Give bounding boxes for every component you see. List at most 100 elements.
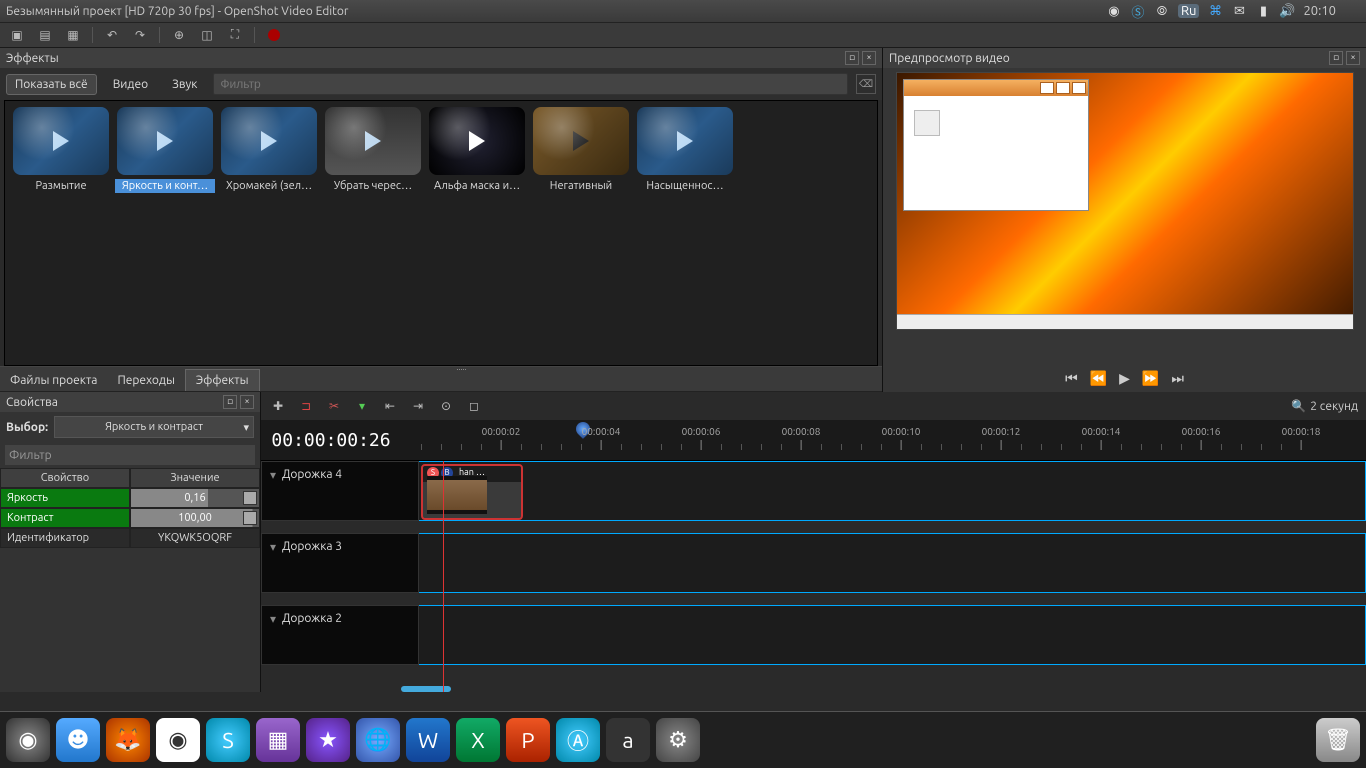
mail-icon[interactable]: ✉ [1231,3,1247,19]
rewind-icon[interactable]: ⏪ [1090,370,1107,387]
dock-firefox-icon[interactable]: 🦊 [106,718,150,762]
undock-icon[interactable]: ▫ [845,51,859,65]
playhead-line[interactable] [443,461,444,692]
ruler-tick: 00:00:12 [982,426,1021,437]
tab-project-files[interactable]: Файлы проекта [0,370,107,391]
dock-screenshot-icon[interactable]: ▦ [256,718,300,762]
properties-filter-input[interactable]: Фильтр [4,444,256,466]
chrome-icon[interactable]: ◉ [1106,3,1122,19]
prop-id: Идентификатор [0,528,130,548]
effect-chromakey[interactable]: Хромакей (зел… [219,107,319,359]
fullscreen-icon[interactable]: ⛶ [226,26,244,44]
prop-contrast-value[interactable]: 100,00 [130,508,260,528]
volume-icon[interactable]: 🔊 [1279,3,1295,19]
bluetooth-icon[interactable]: ⌘ [1207,3,1223,19]
drag-handle[interactable] [441,369,481,373]
folder-icon [914,110,940,136]
open-project-icon[interactable]: ▤ [36,26,54,44]
razor-icon[interactable]: ✂ [325,398,343,414]
close-panel-icon[interactable]: × [1346,51,1360,65]
tab-effects[interactable]: Эффекты [185,369,260,391]
battery-icon[interactable]: ▮ [1255,3,1271,19]
effect-saturation[interactable]: Насыщеннос… [635,107,735,359]
next-marker-icon[interactable]: ⇥ [409,398,427,414]
zoom-icon[interactable]: 🔍 [1291,399,1306,413]
skype-icon[interactable]: Ⓢ [1130,3,1146,19]
redo-icon[interactable]: ↷ [131,26,149,44]
prop-brightness-value[interactable]: 0,16 [130,488,260,508]
apple-icon[interactable] [1344,3,1360,19]
save-project-icon[interactable]: ▦ [64,26,82,44]
undo-icon[interactable]: ↶ [103,26,121,44]
profiles-icon[interactable]: ◫ [198,26,216,44]
separator [254,27,255,43]
effect-blur[interactable]: Размытие [11,107,111,359]
track-body-3[interactable] [419,533,1366,593]
panel-title: Эффекты [6,52,59,65]
ruler-tick: 00:00:02 [482,426,521,437]
center-playhead-icon[interactable]: ⊙ [437,398,455,414]
effects-filter-input[interactable] [213,73,848,95]
preview-panel: Предпросмотр видео ▫ × ⏮ ⏪ ▶ ⏩ ⏭ [883,48,1366,392]
track-header-2[interactable]: ▾Дорожка 2 [261,605,419,665]
fast-forward-icon[interactable]: ⏩ [1142,370,1159,387]
preview-content-window [903,79,1089,211]
property-target-select[interactable]: Яркость и контраст [54,416,254,438]
dock-trash-icon[interactable]: 🗑 [1316,718,1360,762]
dock-word-icon[interactable]: W [406,718,450,762]
add-track-icon[interactable]: ✚ [269,398,287,414]
dock-powerpoint-icon[interactable]: P [506,718,550,762]
dock-imovie-icon[interactable]: ★ [306,718,350,762]
effect-deinterlace[interactable]: Убрать черес… [323,107,423,359]
undock-icon[interactable]: ▫ [1329,51,1343,65]
import-icon[interactable]: ⊕ [170,26,188,44]
preview-taskbar [897,314,1353,329]
snap-icon[interactable]: ⊐ [297,398,315,414]
marker-icon[interactable]: ▾ [353,398,371,414]
wifi-icon[interactable]: ⦾ [1154,3,1170,19]
track-header-3[interactable]: ▾Дорожка 3 [261,533,419,593]
preview-viewport[interactable] [896,72,1354,330]
dock-settings-icon[interactable]: ⚙ [656,718,700,762]
prop-brightness[interactable]: Яркость [0,488,130,508]
play-icon[interactable]: ▶ [1119,370,1130,387]
dock-amazon-icon[interactable]: a [606,718,650,762]
effects-grid: Размытие Яркость и конт… Хромакей (зел… … [4,100,878,366]
close-panel-icon[interactable]: × [862,51,876,65]
effect-negative[interactable]: Негативный [531,107,631,359]
dock-browser-icon[interactable]: 🌐 [356,718,400,762]
col-property: Свойство [0,468,130,488]
timeline-clip[interactable]: SBhan … [421,464,523,520]
prop-contrast[interactable]: Контраст [0,508,130,528]
jump-start-icon[interactable]: ⏮ [1065,370,1078,387]
jump-end-icon[interactable]: ⏭ [1171,370,1184,387]
tab-audio[interactable]: Звук [164,75,205,94]
prev-marker-icon[interactable]: ⇤ [381,398,399,414]
tab-show-all[interactable]: Показать всё [6,74,97,95]
dock-ubuntu-icon[interactable]: ◉ [6,718,50,762]
clip-thumbnail [427,476,487,514]
undock-icon[interactable]: ▫ [223,395,237,409]
track-header-4[interactable]: ▾Дорожка 4 [261,461,419,521]
clock[interactable]: 20:10 [1303,4,1336,18]
dock-excel-icon[interactable]: X [456,718,500,762]
timeline-panel: ✚ ⊐ ✂ ▾ ⇤ ⇥ ⊙ ◻ 🔍 2 секунд 00:00:00:26 0… [261,392,1366,692]
effect-brightness-contrast[interactable]: Яркость и конт… [115,107,215,359]
export-icon[interactable] [265,26,283,44]
zoom-tool-icon[interactable]: ◻ [465,398,483,414]
keyboard-lang[interactable]: Ru [1178,4,1200,18]
track-body-4[interactable]: SBhan … [419,461,1366,521]
dock-appstore-icon[interactable]: Ⓐ [556,718,600,762]
dock-skype-icon[interactable]: S [206,718,250,762]
dock-finder-icon[interactable]: ☻ [56,718,100,762]
tab-video[interactable]: Видео [105,75,156,94]
dock-chrome-icon[interactable]: ◉ [156,718,200,762]
close-panel-icon[interactable]: × [240,395,254,409]
effect-alpha-mask[interactable]: Альфа маска и… [427,107,527,359]
track-body-2[interactable] [419,605,1366,665]
select-label: Выбор: [6,421,48,434]
timeline-ruler[interactable]: 00:00:00:26 00:00:0200:00:0400:00:0600:0… [261,420,1366,461]
new-project-icon[interactable]: ▣ [8,26,26,44]
tab-transitions[interactable]: Переходы [107,370,184,391]
clear-filter-icon[interactable]: ⌫ [856,74,876,94]
